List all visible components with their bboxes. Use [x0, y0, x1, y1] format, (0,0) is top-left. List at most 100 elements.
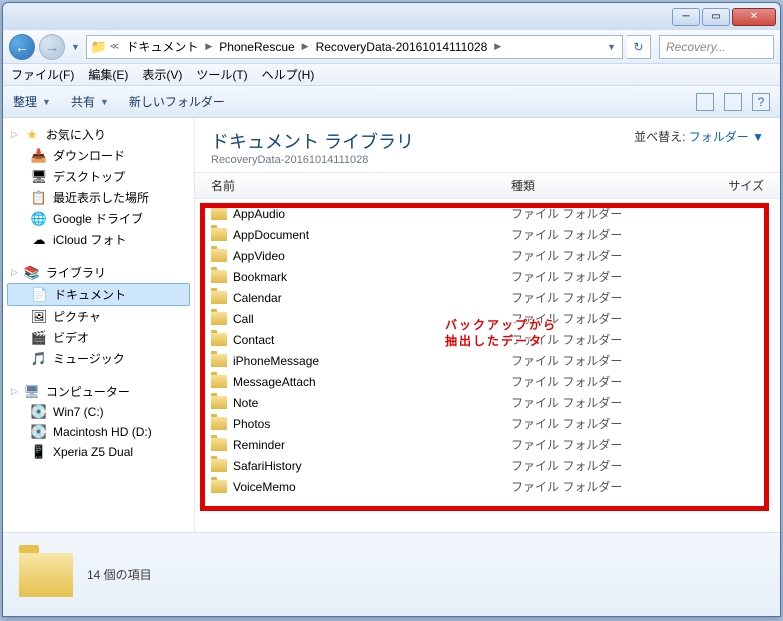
- folder-row[interactable]: MessageAttach ファイル フォルダー: [211, 371, 764, 392]
- sidebar-item-label: ビデオ: [53, 329, 89, 346]
- sidebar-item[interactable]: 🖥デスクトップ: [3, 166, 194, 187]
- column-headers[interactable]: 名前 種類 サイズ: [195, 172, 780, 199]
- breadcrumb-mid[interactable]: PhoneRescue: [215, 38, 298, 56]
- arrange-by: 並べ替え: フォルダー ▼: [634, 128, 764, 145]
- folder-row[interactable]: Calendar ファイル フォルダー: [211, 287, 764, 308]
- maximize-button[interactable]: ▭: [702, 8, 730, 26]
- column-name[interactable]: 名前: [211, 177, 511, 194]
- sidebar-computer-header[interactable]: ▷ 🖥 コンピューター: [3, 381, 194, 402]
- nav-bar: ← → ▼ 📁 ≪ ドキュメント ▶ PhoneRescue ▶ Recover…: [3, 30, 780, 64]
- sidebar-item[interactable]: 💽Macintosh HD (D:): [3, 422, 194, 442]
- folder-type: ファイル フォルダー: [511, 268, 764, 285]
- star-icon: ★: [24, 127, 40, 143]
- folder-name: Photos: [233, 417, 270, 431]
- folder-icon: [211, 438, 227, 451]
- folder-icon: [211, 291, 227, 304]
- item-icon: 📋: [31, 190, 47, 206]
- preview-pane-button[interactable]: [724, 93, 742, 111]
- sidebar-item[interactable]: 🎬ビデオ: [3, 327, 194, 348]
- menu-help[interactable]: ヘルプ(H): [262, 66, 315, 83]
- forward-button[interactable]: →: [39, 34, 65, 60]
- folder-icon: [211, 333, 227, 346]
- menu-tools[interactable]: ツール(T): [196, 66, 247, 83]
- titlebar: ─ ▭ ✕: [3, 3, 780, 30]
- folder-name: Reminder: [233, 438, 285, 452]
- sidebar-favorites-header[interactable]: ▷ ★ お気に入り: [3, 124, 194, 145]
- folder-name: Contact: [233, 333, 274, 347]
- column-size[interactable]: サイズ: [714, 177, 764, 194]
- sidebar-libraries-label: ライブラリ: [46, 264, 106, 281]
- view-mode-button[interactable]: [696, 93, 714, 111]
- sidebar-libraries-header[interactable]: ▷ 📚 ライブラリ: [3, 262, 194, 283]
- folder-row[interactable]: AppDocument ファイル フォルダー: [211, 224, 764, 245]
- refresh-button[interactable]: ↻: [627, 35, 651, 59]
- sidebar-item-label: デスクトップ: [53, 168, 125, 185]
- history-dropdown-icon[interactable]: ▼: [69, 42, 82, 52]
- folder-row[interactable]: Reminder ファイル フォルダー: [211, 434, 764, 455]
- folder-type: ファイル フォルダー: [511, 226, 764, 243]
- item-icon: 🖼: [31, 309, 47, 325]
- folder-type: ファイル フォルダー: [511, 436, 764, 453]
- folder-row[interactable]: SafariHistory ファイル フォルダー: [211, 455, 764, 476]
- new-folder-button[interactable]: 新しいフォルダー: [129, 93, 225, 110]
- sidebar-item-label: Xperia Z5 Dual: [53, 445, 133, 459]
- folder-type: ファイル フォルダー: [511, 415, 764, 432]
- sidebar-item[interactable]: 💽Win7 (C:): [3, 402, 194, 422]
- organize-button[interactable]: 整理 ▼: [13, 93, 53, 110]
- folder-name: Call: [233, 312, 254, 326]
- sidebar-item[interactable]: 📄ドキュメント: [7, 283, 190, 306]
- folder-row[interactable]: Note ファイル フォルダー: [211, 392, 764, 413]
- column-type[interactable]: 種類: [511, 177, 714, 194]
- folder-icon-large: [19, 553, 73, 597]
- breadcrumb-leaf[interactable]: RecoveryData-20161014111028: [312, 38, 492, 56]
- item-icon: 📱: [31, 444, 47, 460]
- back-button[interactable]: ←: [9, 34, 35, 60]
- folder-row[interactable]: Photos ファイル フォルダー: [211, 413, 764, 434]
- sidebar: ▷ ★ お気に入り 📥ダウンロード🖥デスクトップ 📋 最近表示した場所 🌐Google…: [3, 118, 195, 532]
- folder-type: ファイル フォルダー: [511, 457, 764, 474]
- menu-edit[interactable]: 編集(E): [88, 66, 128, 83]
- search-input[interactable]: Recovery...: [659, 35, 774, 59]
- folder-name: Calendar: [233, 291, 282, 305]
- folder-icon: [211, 249, 227, 262]
- share-button[interactable]: 共有 ▼: [71, 93, 111, 110]
- sidebar-item[interactable]: 🌐Google ドライブ: [3, 208, 194, 229]
- folder-row[interactable]: AppAudio ファイル フォルダー: [211, 203, 764, 224]
- folder-row[interactable]: AppVideo ファイル フォルダー: [211, 245, 764, 266]
- menu-bar: ファイル(F) 編集(E) 表示(V) ツール(T) ヘルプ(H): [3, 64, 780, 86]
- folder-icon: [211, 396, 227, 409]
- toolbar: 整理 ▼ 共有 ▼ 新しいフォルダー ?: [3, 86, 780, 118]
- item-icon: 🌐: [31, 211, 47, 227]
- folder-row[interactable]: iPhoneMessage ファイル フォルダー: [211, 350, 764, 371]
- status-bar: 14 個の項目: [3, 532, 780, 616]
- folder-icon: [211, 354, 227, 367]
- sidebar-item[interactable]: 📋 最近表示した場所: [3, 187, 194, 208]
- sidebar-item[interactable]: 📱 Xperia Z5 Dual: [3, 442, 194, 462]
- item-icon: 📄: [32, 287, 48, 303]
- folder-row[interactable]: Contact ファイル フォルダー: [211, 329, 764, 350]
- minimize-button[interactable]: ─: [672, 8, 700, 26]
- folder-icon: [211, 312, 227, 325]
- sidebar-item[interactable]: 🖼 ピクチャ: [3, 306, 194, 327]
- sidebar-item[interactable]: 📥ダウンロード: [3, 145, 194, 166]
- sidebar-item-label: ピクチャ: [53, 308, 101, 325]
- address-dropdown-icon[interactable]: ▼: [605, 42, 618, 52]
- menu-view[interactable]: 表示(V): [142, 66, 182, 83]
- disclosure-icon: ▷: [11, 129, 18, 140]
- help-button[interactable]: ?: [752, 93, 770, 111]
- breadcrumb-root[interactable]: ドキュメント: [122, 36, 202, 57]
- folder-type: ファイル フォルダー: [511, 394, 764, 411]
- sidebar-item[interactable]: 🎵ミュージック: [3, 348, 194, 369]
- folder-row[interactable]: Bookmark ファイル フォルダー: [211, 266, 764, 287]
- sidebar-favorites-label: お気に入り: [46, 126, 106, 143]
- arrange-dropdown[interactable]: フォルダー ▼: [689, 130, 764, 144]
- sidebar-item[interactable]: ☁iCloud フォト: [3, 229, 194, 250]
- menu-file[interactable]: ファイル(F): [11, 66, 74, 83]
- close-button[interactable]: ✕: [732, 8, 776, 26]
- file-list: AppAudio ファイル フォルダー AppDocument ファイル フォル…: [195, 199, 780, 501]
- folder-row[interactable]: Call ファイル フォルダー: [211, 308, 764, 329]
- folder-type: ファイル フォルダー: [511, 247, 764, 264]
- folder-row[interactable]: VoiceMemo ファイル フォルダー: [211, 476, 764, 497]
- sidebar-item-label: 最近表示した場所: [53, 189, 149, 206]
- address-bar[interactable]: 📁 ≪ ドキュメント ▶ PhoneRescue ▶ RecoveryData-…: [86, 35, 623, 59]
